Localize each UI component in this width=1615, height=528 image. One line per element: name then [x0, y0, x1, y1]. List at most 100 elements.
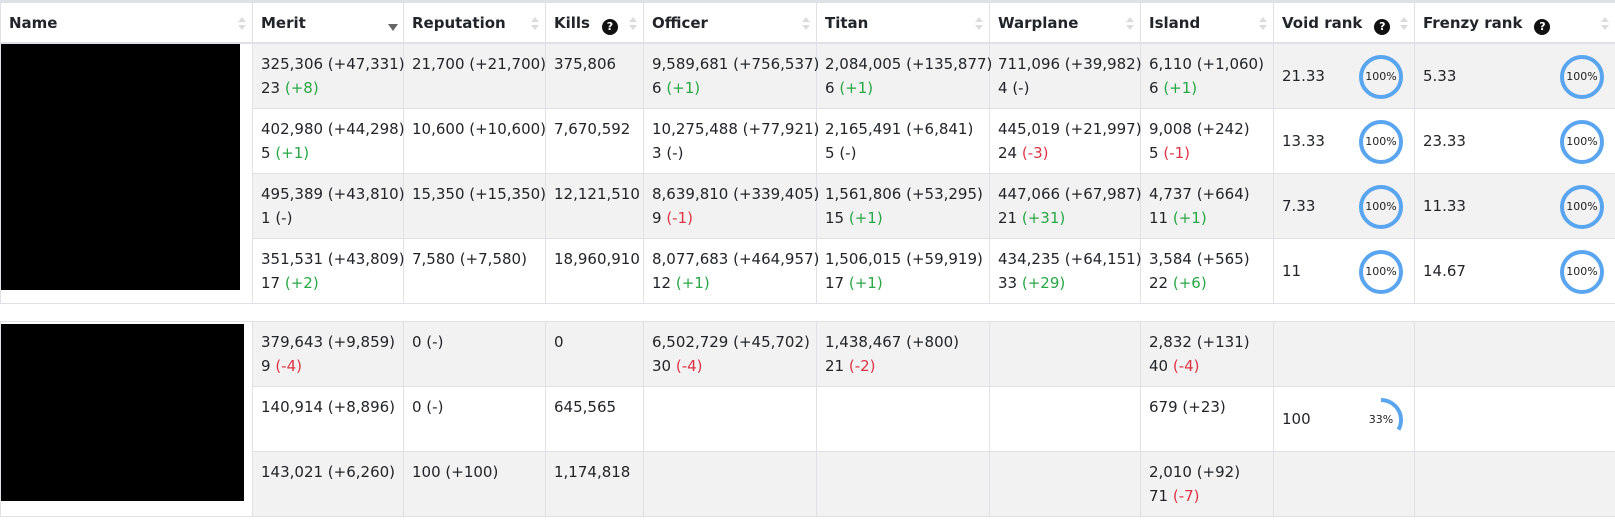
sort-icon[interactable] [629, 17, 637, 31]
void-rank-value: 11 [1282, 261, 1302, 280]
column-header-name[interactable]: Name [0, 0, 253, 44]
frenzy-rank-value: 11.33 [1423, 196, 1466, 215]
frenzy-cell: 5.33 100% [1414, 42, 1615, 109]
column-header-merit[interactable]: Merit [252, 0, 404, 44]
column-header-frenzy-rank[interactable]: Frenzy rank? [1414, 0, 1615, 44]
table-body: 325,306 (+47,331) 23 (+8) 21,700 (+21,700)… [0, 42, 1615, 517]
merit-value: 351,531 (+43,809) [261, 249, 405, 268]
island-value: 9,008 (+242) [1149, 119, 1250, 138]
frenzy-cell [1414, 450, 1615, 517]
reputation-cell: 10,600 (+10,600) [403, 107, 547, 174]
table-row[interactable]: 325,306 (+47,331) 23 (+8) 21,700 (+21,700)… [0, 42, 1615, 304]
reputation-value: 21,700 (+21,700) [412, 54, 547, 73]
warplane-rank-line: 4 (-) [998, 76, 1132, 100]
island-value: 3,584 (+565) [1149, 249, 1250, 268]
island-rank: 22 [1149, 273, 1169, 292]
island-rank: 11 [1149, 208, 1169, 227]
reputation-cell: 15,350 (+15,350) [403, 172, 546, 239]
titan-rank-delta: (+1) [839, 78, 874, 97]
warplane-rank: 4 [998, 78, 1008, 97]
officer-value: 6,502,729 (+45,702) [652, 332, 810, 351]
column-header-warplane[interactable]: Warplane [989, 0, 1141, 44]
sort-icon[interactable] [1601, 17, 1609, 31]
sort-desc-icon[interactable] [388, 17, 398, 31]
warplane-cell: 434,235 (+64,151) 33 (+29) [989, 237, 1142, 304]
officer-cell: 8,639,810 (+339,405) 9 (-1) [643, 172, 819, 239]
island-rank-delta: (+6) [1172, 273, 1207, 292]
merit-cell: 140,914 (+8,896) [252, 385, 404, 452]
progress-percent: 100% [1365, 264, 1397, 278]
warplane-cell: 445,019 (+21,997) 24 (-3) [989, 107, 1142, 174]
merit-value: 325,306 (+47,331) [261, 54, 405, 73]
merit-rank-line: 17 (+2) [261, 271, 395, 295]
column-header-void-rank[interactable]: Void rank? [1273, 0, 1415, 44]
officer-rank-line: 9 (-1) [652, 206, 808, 230]
officer-rank: 3 [652, 143, 662, 162]
island-rank-line: 71 (-7) [1149, 484, 1265, 508]
sort-icon[interactable] [1400, 17, 1408, 31]
kills-cell: 1,174,818 [545, 450, 644, 517]
name-cell [0, 42, 253, 304]
island-rank-line: 5 (-1) [1149, 141, 1265, 165]
titan-value: 1,438,467 (+800) [825, 332, 960, 351]
titan-rank: 15 [825, 208, 845, 227]
reputation-value: 10,600 (+10,600) [412, 119, 547, 138]
sort-icon[interactable] [531, 17, 539, 31]
titan-rank: 6 [825, 78, 835, 97]
officer-cell: 9,589,681 (+756,537) 6 (+1) [643, 42, 819, 109]
sort-icon[interactable] [975, 17, 983, 31]
name-cell [0, 320, 253, 517]
island-value: 2,832 (+131) [1149, 332, 1250, 351]
kills-cell: 7,670,592 [545, 107, 644, 174]
table-header-row: Name Merit Reputation Kills? Officer Titan War… [0, 0, 1615, 44]
progress-percent: 100% [1566, 264, 1598, 278]
island-rank-delta: (-4) [1172, 356, 1200, 375]
column-header-kills[interactable]: Kills? [545, 0, 644, 44]
column-header-reputation[interactable]: Reputation [403, 0, 546, 44]
progress-ring: 100% [1559, 184, 1605, 230]
merit-cell: 351,531 (+43,809) 17 (+2) [252, 237, 405, 304]
help-icon[interactable]: ? [1374, 19, 1391, 35]
merit-rank: 23 [261, 78, 281, 97]
help-icon[interactable]: ? [601, 19, 618, 35]
kills-value: 7,670,592 [554, 119, 631, 138]
merit-rank-delta: (-4) [275, 356, 302, 375]
column-header-label: Titan [825, 14, 869, 32]
officer-rank-delta: (+1) [675, 273, 710, 292]
warplane-cell [989, 320, 1141, 387]
warplane-value: 434,235 (+64,151) [998, 249, 1142, 268]
titan-cell: 1,561,806 (+53,295) 15 (+1) [816, 172, 990, 239]
column-header-officer[interactable]: Officer [643, 0, 817, 44]
titan-cell [816, 450, 990, 517]
progress-ring: 100% [1358, 119, 1404, 165]
kills-value: 1,174,818 [554, 462, 631, 481]
table-row[interactable]: 379,643 (+9,859) 9 (-4) 0 (-) 0 6,502,729 (+… [0, 320, 1615, 517]
warplane-value: 711,096 (+39,982) [998, 54, 1142, 73]
progress-ring: 100% [1358, 249, 1404, 295]
progress-percent: 100% [1566, 134, 1598, 148]
titan-value: 2,165,491 (+6,841) [825, 119, 974, 138]
titan-value: 1,506,015 (+59,919) [825, 249, 983, 268]
island-rank-delta: (-7) [1172, 486, 1200, 505]
reputation-value: 0 (-) [412, 332, 444, 351]
frenzy-cell: 11.33 100% [1414, 172, 1615, 239]
officer-rank-line: 3 (-) [652, 141, 808, 165]
column-header-label: Void rank? [1282, 3, 1391, 35]
merit-value: 140,914 (+8,896) [261, 397, 396, 416]
titan-cell: 2,165,491 (+6,841) 5 (-) [816, 107, 990, 174]
titan-cell: 2,084,005 (+135,877) 6 (+1) [816, 42, 992, 109]
help-icon[interactable]: ? [1534, 19, 1551, 35]
island-rank: 40 [1149, 356, 1169, 375]
void-cell: 7.33 100% [1273, 172, 1415, 239]
sort-icon[interactable] [238, 17, 246, 31]
sort-icon[interactable] [1259, 17, 1267, 31]
column-header-titan[interactable]: Titan [816, 0, 990, 44]
sort-icon[interactable] [802, 17, 810, 31]
merit-cell: 495,389 (+43,810) 1 (-) [252, 172, 405, 239]
officer-rank: 12 [652, 273, 672, 292]
sort-icon[interactable] [1126, 17, 1134, 31]
column-header-label: Officer [652, 14, 708, 32]
reputation-cell: 100 (+100) [403, 450, 546, 517]
column-header-island[interactable]: Island [1140, 0, 1274, 44]
warplane-rank-line: 24 (-3) [998, 141, 1132, 165]
